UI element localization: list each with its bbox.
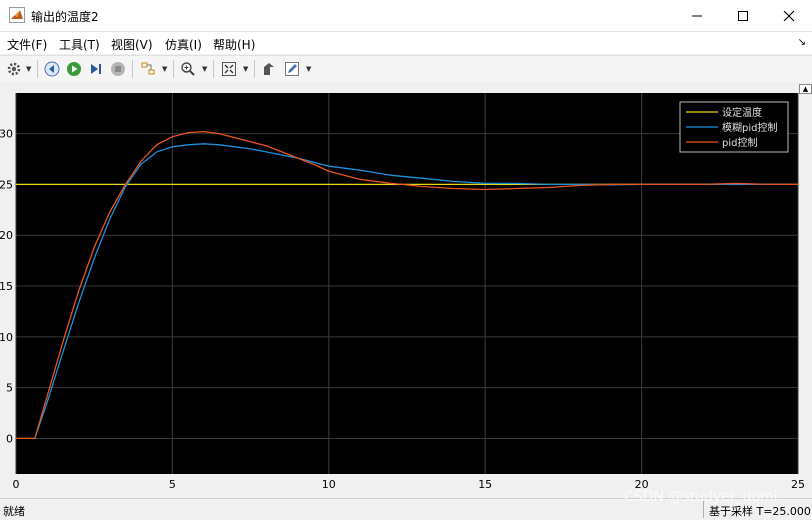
menu-view[interactable]: 视图(V): [111, 36, 153, 53]
maximize-button[interactable]: [720, 0, 766, 31]
y-tick-label: 15: [0, 280, 13, 293]
run-button[interactable]: [64, 59, 84, 79]
menu-file[interactable]: 文件(F): [7, 36, 47, 53]
y-tick-label: 25: [0, 178, 13, 191]
status-sample-time: 基于采样 T=25.000: [709, 505, 811, 518]
chevron-down-icon[interactable]: ▼: [243, 65, 248, 73]
chevron-down-icon[interactable]: ▼: [202, 65, 207, 73]
menu-simulation[interactable]: 仿真(I): [165, 36, 202, 53]
toolbar: ▼ ▼ ▼ ▼ ▼: [0, 55, 812, 83]
minimize-icon: [692, 15, 702, 16]
matlab-icon: [9, 7, 25, 23]
menu-bar: 文件(F) 工具(T) 视图(V) 仿真(I) 帮助(H) ↘: [0, 32, 812, 54]
toolbar-divider: [213, 60, 214, 78]
plot-area: 0 5 10 15 20 25 0 5 10 15 20 25 30 设定温度 模糊pid控制 pid控制: [0, 82, 812, 498]
stop-button[interactable]: [108, 59, 128, 79]
legend-label-0: 设定温度: [722, 106, 762, 119]
legend-label-1: 模糊pid控制: [722, 121, 777, 134]
toolbar-divider: [132, 60, 133, 78]
y-tick-label: 10: [0, 331, 13, 344]
undock-icon[interactable]: ▲: [799, 84, 812, 94]
y-tick-label: 5: [6, 382, 13, 395]
toolbar-divider: [37, 60, 38, 78]
x-tick-label: 0: [13, 478, 20, 491]
menu-help[interactable]: 帮助(H): [213, 36, 255, 53]
step-back-icon: [44, 61, 60, 77]
stop-icon: [111, 62, 125, 76]
x-tick-label: 25: [791, 478, 805, 491]
status-ready: 就绪: [3, 505, 25, 518]
gear-icon: [7, 62, 21, 76]
y-tick-label: 0: [6, 432, 13, 445]
toolbar-divider: [254, 60, 255, 78]
fit-to-view-button[interactable]: [219, 59, 239, 79]
chevron-down-icon[interactable]: ▼: [306, 65, 311, 73]
legend-label-2: pid控制: [722, 136, 757, 149]
step-forward-button[interactable]: [86, 59, 106, 79]
watermark: CSDN @studyer_domi: [624, 489, 778, 505]
chevron-down-icon[interactable]: ▼: [162, 65, 167, 73]
edit-icon: [285, 62, 299, 76]
minimize-button[interactable]: [674, 0, 720, 31]
chevron-down-icon[interactable]: ▼: [26, 65, 31, 73]
maximize-icon: [738, 10, 748, 21]
fit-to-view-icon: [222, 62, 236, 76]
y-tick-label: 20: [0, 229, 13, 242]
x-tick-label: 10: [322, 478, 336, 491]
style-icon: [264, 63, 274, 75]
window-title: 输出的温度2: [31, 10, 99, 24]
close-icon: [783, 10, 795, 21]
scope-chart[interactable]: 0 5 10 15 20 25051015202530设定温度模糊pid控制pid控制: [0, 82, 812, 498]
step-forward-icon: [91, 64, 101, 74]
x-tick-label: 5: [169, 478, 176, 491]
menu-tools[interactable]: 工具(T): [59, 36, 100, 53]
y-tick-label: 30: [0, 128, 13, 141]
highlight-button[interactable]: [138, 59, 158, 79]
close-button[interactable]: [766, 0, 812, 31]
x-tick-label: 15: [478, 478, 492, 491]
highlight-icon: [141, 62, 155, 75]
run-icon: [67, 62, 81, 76]
title-bar: 输出的温度2: [0, 0, 812, 32]
arrow-icon[interactable]: ↘: [798, 37, 806, 48]
settings-button[interactable]: [4, 59, 24, 79]
zoom-button[interactable]: [178, 59, 198, 79]
step-back-button[interactable]: [42, 59, 62, 79]
style-button[interactable]: [259, 59, 279, 79]
edit-button[interactable]: [282, 59, 302, 79]
zoom-in-icon: [181, 62, 195, 76]
toolbar-divider: [173, 60, 174, 78]
